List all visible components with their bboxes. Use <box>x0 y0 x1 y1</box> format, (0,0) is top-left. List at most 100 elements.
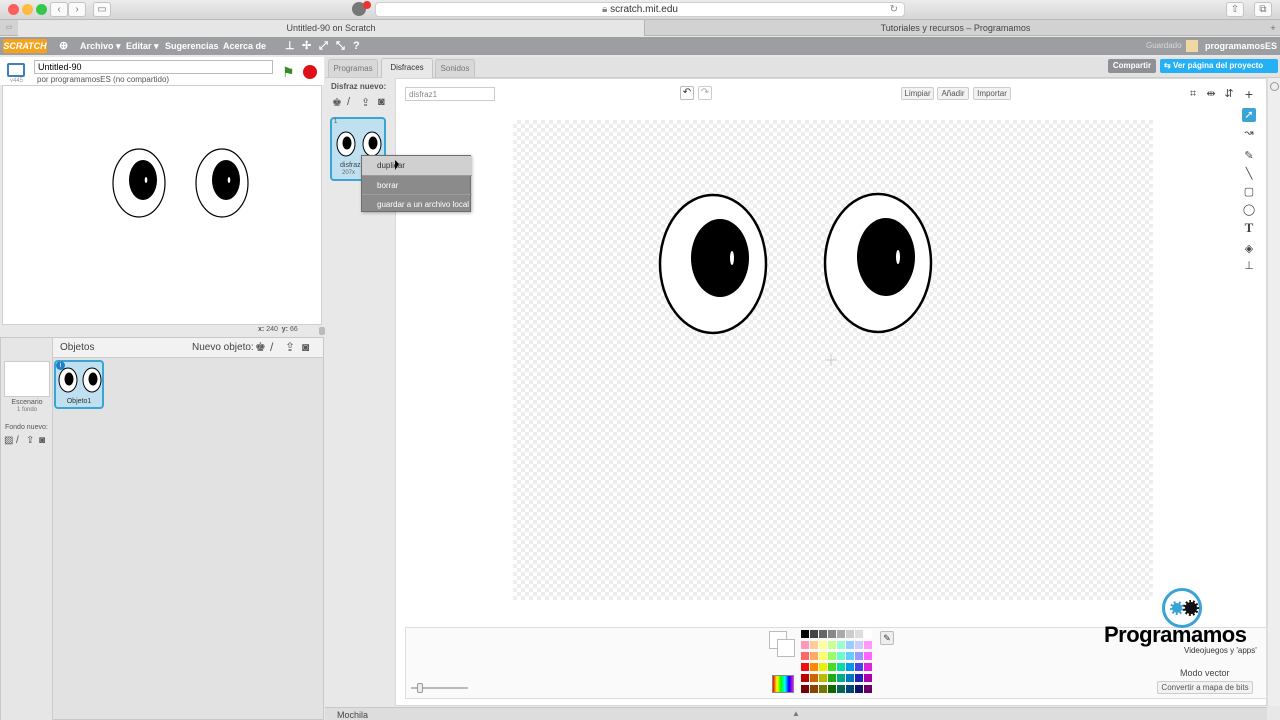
select-tool-icon[interactable]: ➚ <box>1242 108 1256 122</box>
stamp-icon[interactable]: ⊥ <box>285 37 295 55</box>
color-swatch[interactable] <box>810 641 818 649</box>
menu-item-delete[interactable]: borrar <box>362 175 472 194</box>
color-swatch[interactable] <box>828 652 836 660</box>
backpack-bar[interactable]: Mochila ▲ <box>325 707 1267 720</box>
color-swatch[interactable] <box>864 652 872 660</box>
zoom-window-button[interactable] <box>36 4 47 15</box>
convert-to-bitmap-button[interactable]: Convertir a mapa de bits <box>1157 681 1253 694</box>
color-swatch[interactable] <box>846 685 854 693</box>
camera-backdrop-icon[interactable]: ◙ <box>39 435 45 446</box>
forward-icon[interactable]: › <box>68 2 86 17</box>
color-swatch[interactable] <box>819 674 827 682</box>
color-swatch[interactable] <box>810 674 818 682</box>
color-swatch[interactable] <box>864 630 872 638</box>
line-tool-icon[interactable]: ╲ <box>1242 167 1256 181</box>
share-button[interactable]: Compartir <box>1108 59 1156 73</box>
import-button[interactable]: Importar <box>973 87 1011 100</box>
color-swatch[interactable] <box>810 685 818 693</box>
close-window-button[interactable] <box>8 4 19 15</box>
color-swatch[interactable] <box>828 674 836 682</box>
set-center-icon[interactable]: + <box>1242 87 1256 101</box>
scratch-logo[interactable]: SCRATCH <box>3 39 47 53</box>
color-swatch[interactable] <box>855 641 863 649</box>
minimize-window-button[interactable] <box>22 4 33 15</box>
sprite-library-icon[interactable]: ♚ <box>255 340 266 354</box>
redo-icon[interactable]: ↷ <box>698 86 712 100</box>
menu-item-save-local[interactable]: guardar a un archivo local <box>362 194 472 213</box>
color-swatch[interactable] <box>864 641 872 649</box>
help-icon[interactable]: ? <box>353 37 360 55</box>
color-swatch[interactable] <box>855 685 863 693</box>
project-title-input[interactable] <box>34 60 273 74</box>
color-swatch[interactable] <box>819 685 827 693</box>
tab-programas[interactable]: Programas <box>328 59 378 77</box>
menu-archivo[interactable]: Archivo ▾ <box>80 37 121 55</box>
flip-vertical-icon[interactable]: ⇵ <box>1222 87 1236 101</box>
address-bar[interactable]: 🔒︎ scratch.mit.edu ↻ <box>375 2 905 17</box>
camera-sprite-icon[interactable]: ◙ <box>302 340 309 354</box>
color-swatch[interactable] <box>846 663 854 671</box>
add-button[interactable]: Añadir <box>937 87 969 100</box>
ellipse-tool-icon[interactable]: ◯ <box>1242 203 1256 217</box>
sidebar-icon[interactable]: ▭ <box>93 2 111 17</box>
color-swatch[interactable] <box>864 685 872 693</box>
color-swatch[interactable] <box>846 674 854 682</box>
shrink-icon[interactable]: ⤡ <box>336 37 345 55</box>
tab-active[interactable]: Untitled-90 on Scratch <box>18 20 644 36</box>
color-swatch[interactable] <box>801 685 809 693</box>
stage-thumbnail[interactable] <box>4 361 50 397</box>
upload-sprite-icon[interactable]: ⇪ <box>285 340 295 354</box>
tab-other[interactable]: Tutoriales y recursos – Programamos <box>644 20 1266 36</box>
color-swatch[interactable] <box>837 685 845 693</box>
stamp-tool-icon[interactable]: ⊥ <box>1242 259 1256 273</box>
color-swatch[interactable] <box>837 652 845 660</box>
reload-icon[interactable]: ↻ <box>890 3 898 16</box>
text-tool-icon[interactable]: T <box>1242 221 1256 235</box>
cut-icon[interactable]: ✢ <box>302 37 311 55</box>
color-swatch[interactable] <box>828 641 836 649</box>
pencil-tool-icon[interactable]: ✎ <box>1242 149 1256 163</box>
upload-backdrop-icon[interactable]: ⇪ <box>26 435 34 446</box>
color-swatch[interactable] <box>828 663 836 671</box>
globe-icon[interactable]: ⊕ <box>59 37 68 55</box>
flip-horizontal-icon[interactable]: ⇹ <box>1204 87 1218 101</box>
menu-sugerencias[interactable]: Sugerencias <box>165 37 219 55</box>
menu-acerca[interactable]: Acerca de <box>223 37 266 55</box>
color-swatch[interactable] <box>810 652 818 660</box>
fill-tool-icon[interactable]: ◈ <box>1242 242 1256 256</box>
costume-canvas[interactable] <box>513 120 1153 600</box>
eyedropper-icon[interactable]: ✎ <box>880 631 894 645</box>
stage-canvas[interactable] <box>2 85 322 325</box>
my-stuff-icon[interactable] <box>1186 40 1198 52</box>
tab-disfraces[interactable]: Disfraces <box>381 58 433 78</box>
color-swatch[interactable] <box>855 652 863 660</box>
color-swatch[interactable] <box>855 674 863 682</box>
menu-item-duplicate[interactable]: duplicar <box>362 156 472 175</box>
color-picker-icon[interactable] <box>772 675 794 693</box>
reshape-tool-icon[interactable]: ↝ <box>1242 126 1256 140</box>
grow-icon[interactable]: ⤢ <box>319 37 328 55</box>
color-swatch[interactable] <box>801 630 809 638</box>
paint-sprite-icon[interactable]: / <box>270 340 273 354</box>
color-swatch[interactable] <box>828 685 836 693</box>
color-swatch[interactable] <box>846 630 854 638</box>
color-swatch[interactable] <box>801 641 809 649</box>
color-swatch[interactable] <box>810 663 818 671</box>
sprite-tile[interactable]: i Objeto1 <box>54 360 104 409</box>
secondary-color-swatch[interactable] <box>777 639 795 657</box>
paint-backdrop-icon[interactable]: / <box>16 435 19 446</box>
share-icon[interactable]: ⇧ <box>1226 2 1244 17</box>
zoom-slider-handle[interactable] <box>417 683 423 693</box>
rectangle-tool-icon[interactable]: ▢ <box>1242 185 1256 199</box>
new-tab-icon[interactable]: + <box>1266 20 1280 36</box>
menu-editar[interactable]: Editar ▾ <box>126 37 159 55</box>
color-swatch[interactable] <box>837 630 845 638</box>
color-swatch[interactable] <box>810 630 818 638</box>
color-swatch[interactable] <box>801 674 809 682</box>
color-palette[interactable] <box>801 630 873 696</box>
color-swatch[interactable] <box>837 674 845 682</box>
color-swatch[interactable] <box>819 641 827 649</box>
backpack-expand-icon[interactable]: ▲ <box>792 709 800 718</box>
color-swatch[interactable] <box>846 641 854 649</box>
color-swatch[interactable] <box>837 641 845 649</box>
